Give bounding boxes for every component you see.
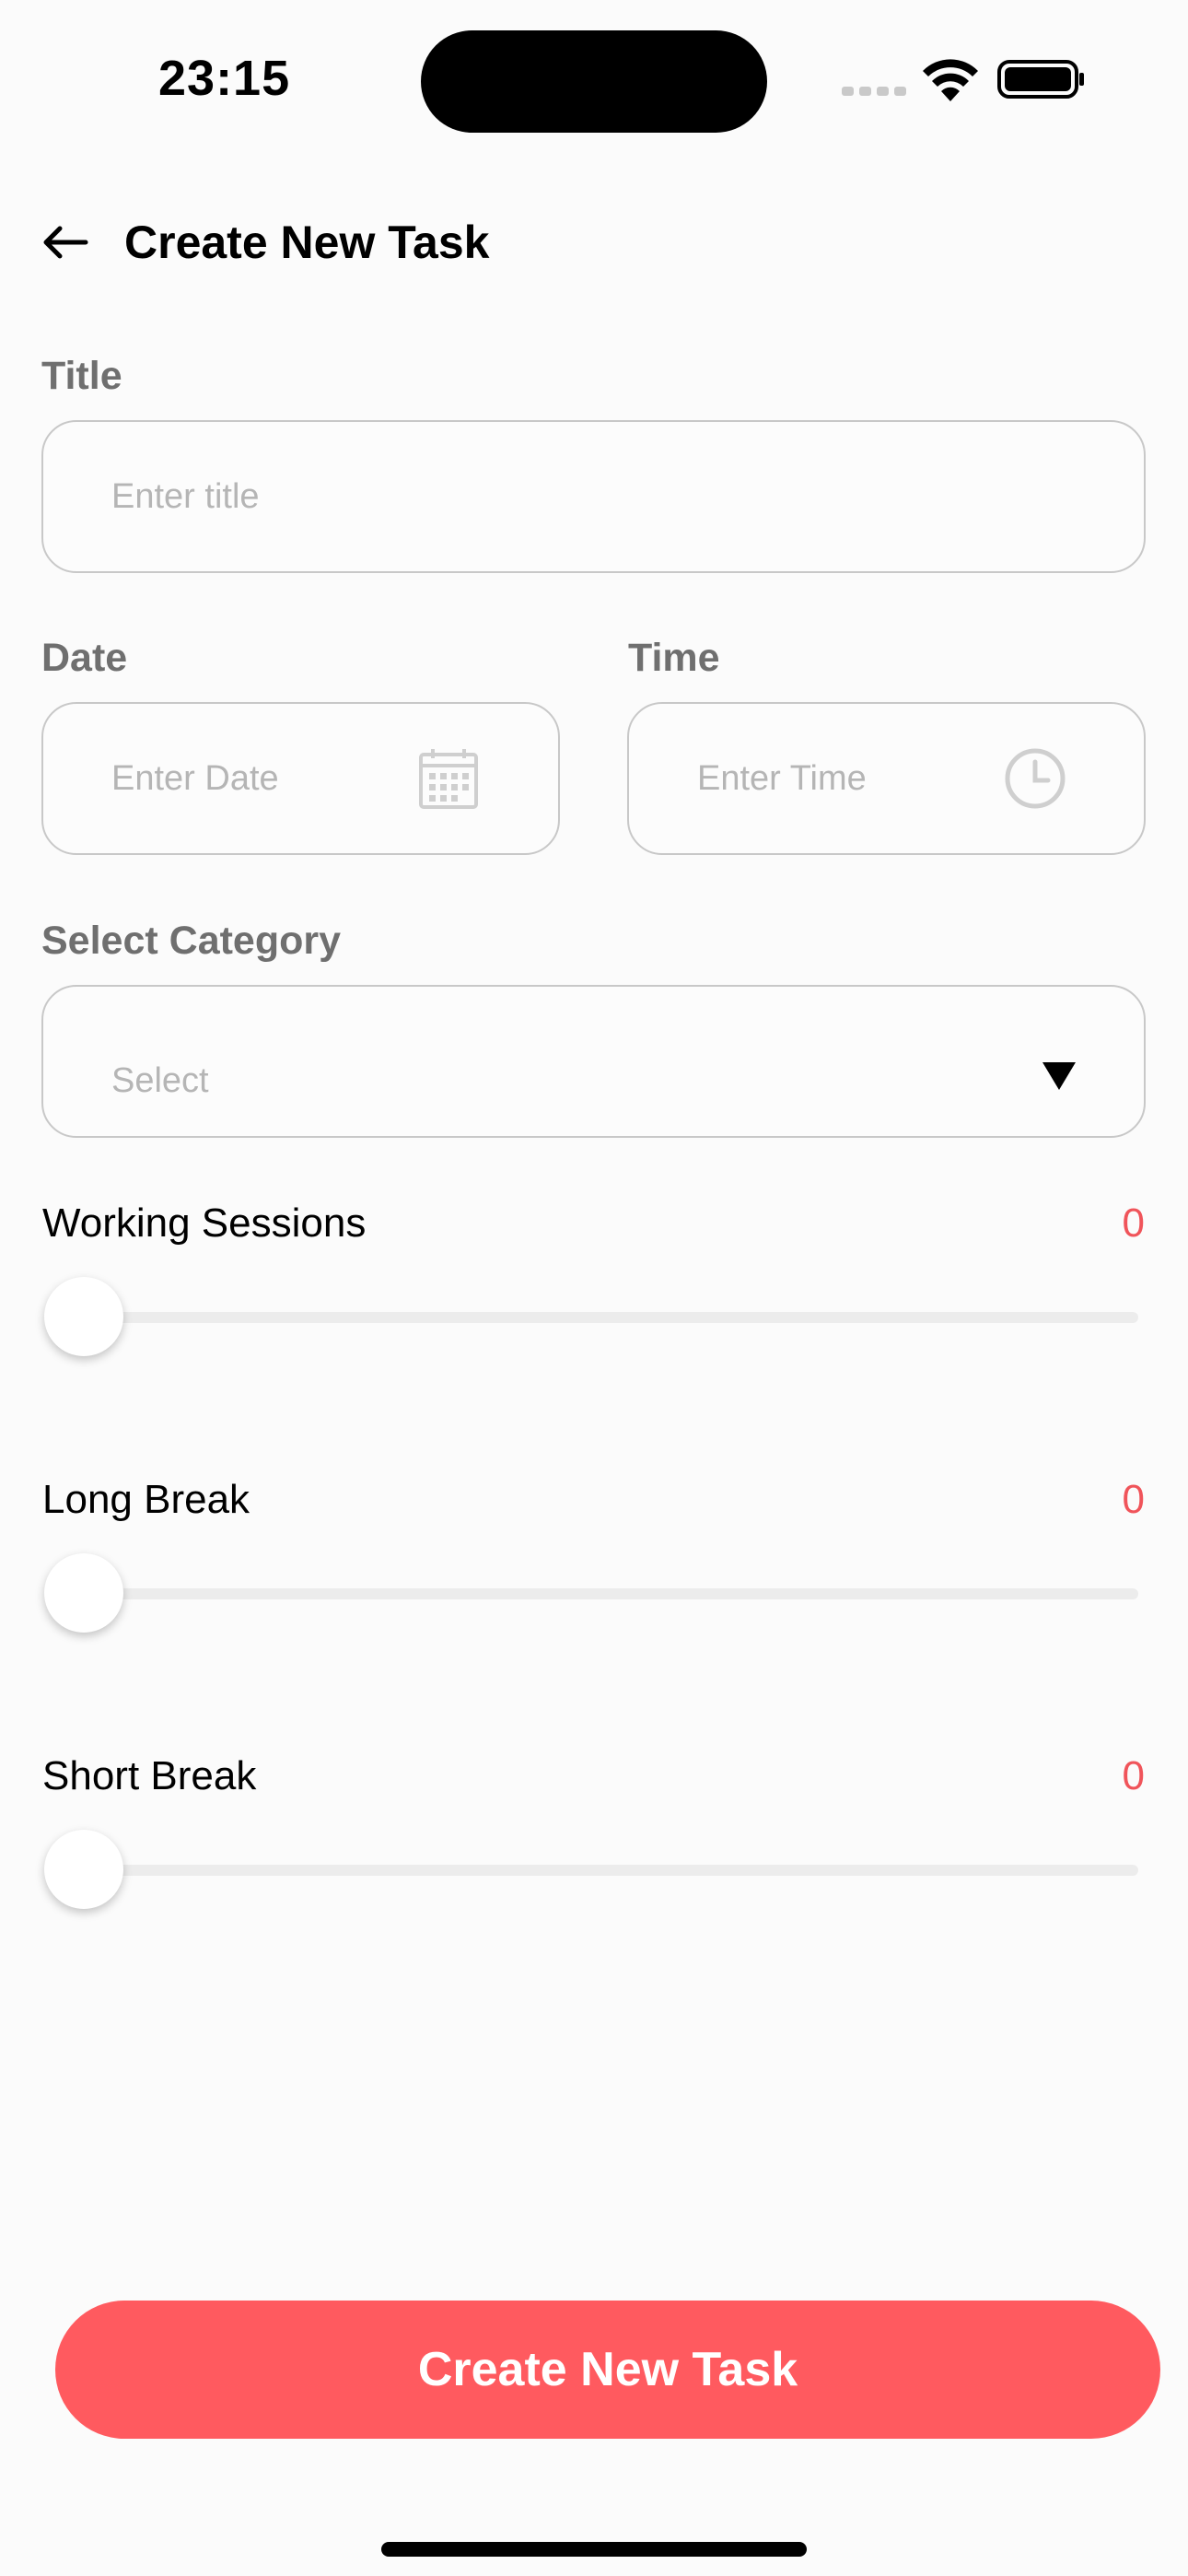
app-header: Create New Task — [41, 210, 489, 275]
create-task-button[interactable]: Create New Task — [55, 2301, 1160, 2439]
short-break-value: 0 — [1122, 1753, 1145, 1798]
category-label: Select Category — [41, 919, 342, 963]
working-sessions-label: Working Sessions — [42, 1200, 367, 1246]
short-break-slider-track[interactable] — [64, 1865, 1138, 1876]
category-select[interactable]: Select — [41, 985, 1146, 1138]
title-label: Title — [41, 354, 122, 398]
working-sessions-slider-track[interactable] — [64, 1312, 1138, 1323]
title-input-placeholder: Enter title — [111, 476, 260, 516]
status-bar: 23:15 — [0, 0, 1188, 157]
cellular-signal-icon — [842, 87, 906, 96]
time-input[interactable]: Enter Time — [627, 702, 1146, 855]
date-input[interactable]: Enter Date — [41, 702, 560, 855]
date-input-placeholder: Enter Date — [111, 758, 279, 798]
battery-icon — [997, 60, 1084, 99]
working-sessions-slider-thumb[interactable] — [44, 1277, 123, 1356]
dynamic-island — [421, 30, 767, 133]
short-break-label: Short Break — [42, 1753, 257, 1798]
category-select-placeholder: Select — [111, 1061, 209, 1100]
wifi-icon — [923, 59, 978, 101]
time-input-placeholder: Enter Time — [697, 758, 867, 798]
short-break-slider-thumb[interactable] — [44, 1830, 123, 1909]
title-input[interactable]: Enter title — [41, 420, 1146, 573]
long-break-value: 0 — [1122, 1477, 1145, 1522]
date-label: Date — [41, 636, 128, 680]
working-sessions-value: 0 — [1122, 1200, 1145, 1246]
clock-icon — [1005, 748, 1066, 809]
arrow-left-icon — [43, 226, 88, 259]
page-title: Create New Task — [124, 217, 490, 268]
long-break-slider-track[interactable] — [64, 1588, 1138, 1599]
calendar-icon — [419, 749, 478, 809]
time-label: Time — [628, 636, 720, 680]
triangle-down-icon — [1042, 1062, 1076, 1090]
long-break-label: Long Break — [42, 1477, 250, 1522]
long-break-slider-thumb[interactable] — [44, 1553, 123, 1633]
status-time: 23:15 — [158, 51, 291, 106]
back-button[interactable] — [41, 215, 97, 270]
home-indicator[interactable] — [381, 2542, 807, 2557]
